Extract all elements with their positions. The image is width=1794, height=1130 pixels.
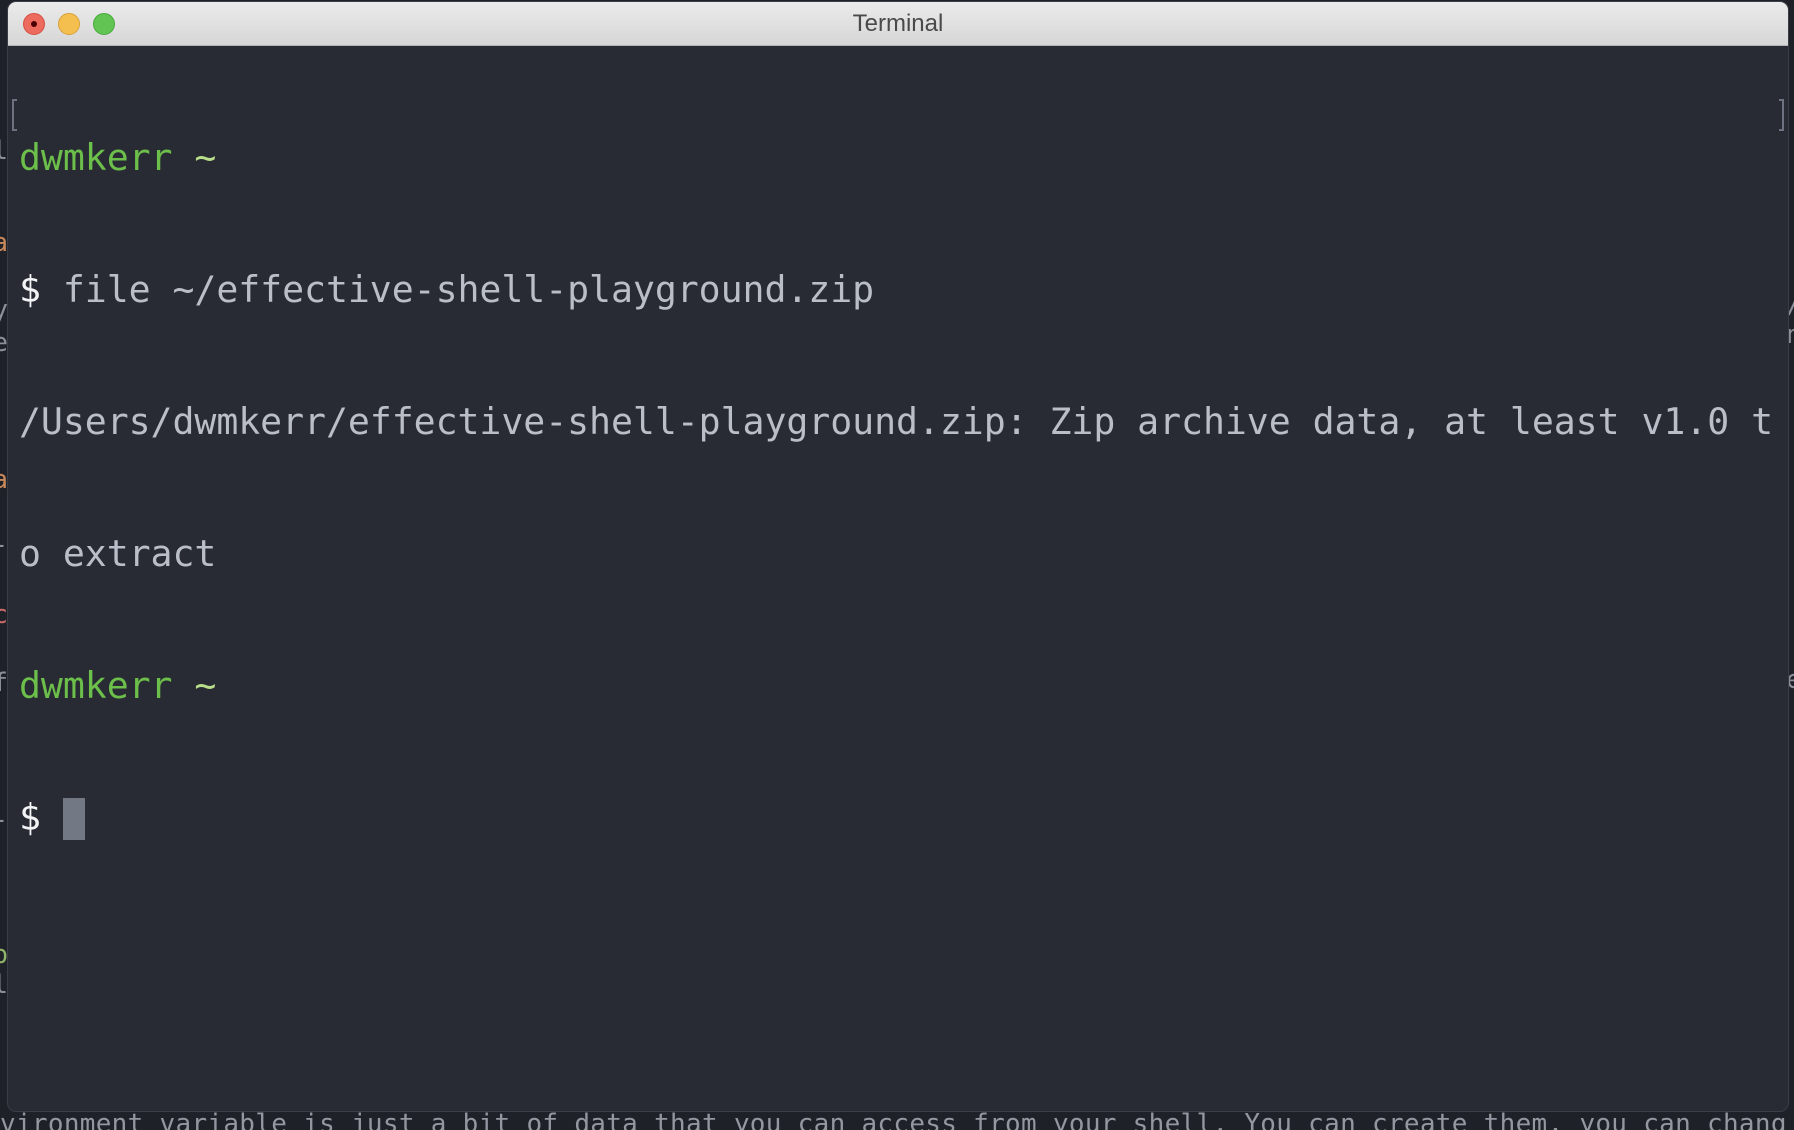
- prompt-symbol: $: [19, 796, 41, 839]
- title-bar[interactable]: Terminal: [8, 2, 1788, 46]
- prompt-line: dwmkerr ~: [19, 136, 1788, 180]
- mark-bracket-left-icon: [12, 99, 17, 131]
- command-line[interactable]: $: [19, 796, 1788, 840]
- command-text: file ~/effective-shell-playground.zip: [40, 268, 875, 311]
- background-text-fragment: e: [0, 328, 8, 358]
- background-text-fragment: l: [0, 970, 8, 1000]
- prompt-line: dwmkerr ~: [19, 664, 1788, 708]
- prompt-user: dwmkerr: [19, 664, 173, 707]
- output-line: o extract: [19, 532, 217, 575]
- background-text-fragment: c: [0, 600, 8, 630]
- background-text-fragment: a: [0, 228, 8, 258]
- output-line: /Users/dwmkerr/effective-shell-playgroun…: [19, 400, 1773, 443]
- prompt-user: dwmkerr: [19, 136, 173, 179]
- prompt-path: ~: [194, 136, 217, 179]
- background-text-fragment: f: [0, 668, 8, 698]
- terminal-content[interactable]: dwmkerr ~ $ file ~/effective-shell-playg…: [19, 48, 1788, 928]
- command-input[interactable]: [41, 796, 63, 839]
- background-text-fragment: p: [0, 940, 8, 970]
- command-line: $ file ~/effective-shell-playground.zip: [19, 268, 1788, 312]
- background-text-fragment: a: [0, 465, 8, 495]
- window-title: Terminal: [852, 10, 944, 37]
- background-text-fragment: -: [0, 805, 8, 835]
- background-text-fragment: -: [0, 530, 8, 560]
- prompt-path: ~: [194, 664, 217, 707]
- prompt-symbol: $: [19, 268, 41, 311]
- background-text-fragment: y: [0, 295, 8, 325]
- background-text-fragment: l: [0, 136, 8, 166]
- terminal-window: Terminal dwmkerr ~ $ file ~/effective-sh…: [8, 2, 1788, 1111]
- text-cursor: [62, 798, 85, 840]
